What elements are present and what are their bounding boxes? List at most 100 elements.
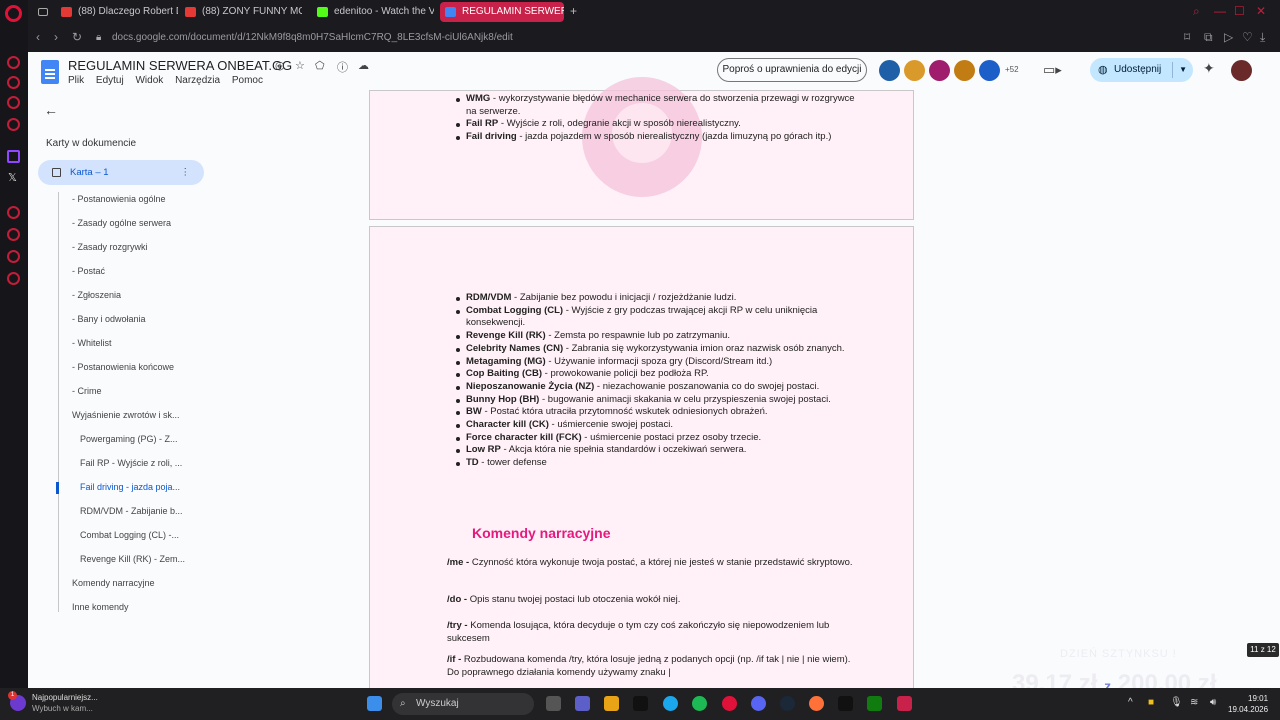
new-tab-icon[interactable]: +: [570, 4, 577, 18]
bookmark-icon[interactable]: ⌑: [1184, 30, 1190, 44]
spotify-icon[interactable]: [692, 696, 707, 711]
tab-menu-icon[interactable]: [32, 2, 54, 22]
outline-item[interactable]: - Crime: [72, 386, 102, 396]
sidebar-x-icon[interactable]: 𝕏: [8, 171, 17, 184]
start-icon[interactable]: [367, 696, 382, 711]
outline-item[interactable]: - Zasady ogólne serwera: [72, 218, 171, 228]
forward-icon[interactable]: ›: [54, 30, 58, 44]
play-icon[interactable]: ▷: [1224, 30, 1233, 44]
url-field[interactable]: 🔒︎ docs.google.com/document/d/12NkM9f8q8…: [88, 28, 1088, 48]
minimize-icon[interactable]: —: [1214, 4, 1226, 18]
outline-item[interactable]: Revenge Kill (RK) - Zem...: [80, 554, 185, 564]
outline-item[interactable]: - Zgłoszenia: [72, 290, 121, 300]
user-avatar[interactable]: [1231, 60, 1252, 81]
command-name: /try -: [447, 620, 468, 631]
more-viewers-count[interactable]: +52: [1005, 65, 1019, 74]
outline-item[interactable]: Inne komendy: [72, 602, 129, 612]
move-icon[interactable]: ⬠: [315, 59, 325, 72]
cloud-status-icon[interactable]: ☁: [358, 59, 369, 72]
sidebar-ai-icon[interactable]: [7, 56, 20, 69]
firefox-icon[interactable]: [809, 696, 824, 711]
menu-view[interactable]: Widok: [135, 75, 163, 86]
viewer-avatar[interactable]: [954, 60, 975, 81]
steam-icon[interactable]: [780, 696, 795, 711]
clock[interactable]: 19:01 19.04.2026: [1228, 693, 1268, 715]
wifi-icon[interactable]: ≋: [1190, 697, 1198, 708]
menu-file[interactable]: Plik: [68, 75, 84, 86]
viewer-avatar[interactable]: [979, 60, 1000, 81]
tab-3[interactable]: edenitoo - Watch the VOD: [312, 2, 434, 22]
share-button[interactable]: ◍ Udostępnij ▼: [1090, 58, 1193, 82]
viewer-avatar[interactable]: [929, 60, 950, 81]
heart-icon[interactable]: ♡: [1242, 30, 1253, 44]
outline-item[interactable]: - Postanowienia końcowe: [72, 362, 174, 372]
document-title[interactable]: REGULAMIN SERWERA ONBEAT.GG: [68, 58, 292, 73]
tab-4-active[interactable]: REGULAMIN SERWERA ON: [440, 2, 564, 22]
discord-icon[interactable]: [751, 696, 766, 711]
outline-item[interactable]: Fail RP - Wyjście z roli, ...: [80, 458, 182, 468]
gemini-icon[interactable]: ✦: [1203, 60, 1215, 77]
outline-item[interactable]: - Whitelist: [72, 338, 112, 348]
outline-item[interactable]: Wyjaśnienie zwrotów i sk...: [72, 410, 179, 420]
outline-item[interactable]: Fail driving - jazda poja...: [80, 482, 180, 492]
task-view-icon[interactable]: [546, 696, 561, 711]
outline-item[interactable]: Combat Logging (CL) -...: [80, 530, 179, 540]
search-tabs-icon[interactable]: ⌕: [1193, 4, 1200, 19]
meet-icon[interactable]: ▭▸: [1043, 62, 1062, 78]
close-icon[interactable]: ✕: [1256, 4, 1266, 18]
menu-edit[interactable]: Edytuj: [96, 75, 124, 86]
sidebar-player-icon[interactable]: [7, 206, 20, 219]
docs-logo-icon[interactable]: [41, 60, 59, 84]
more-options-icon[interactable]: ⋮: [181, 160, 191, 185]
sidebar-bag-icon[interactable]: [7, 76, 20, 89]
outline-item[interactable]: Powergaming (PG) - Z...: [80, 434, 178, 444]
sidebar-messenger-icon[interactable]: [7, 96, 20, 109]
tray-chevron-icon[interactable]: ^: [1128, 697, 1133, 708]
explorer-icon[interactable]: [604, 696, 619, 711]
sidebar-extension-icon[interactable]: [7, 250, 20, 263]
definition: - bugowanie animacji skakania w celu prz…: [539, 393, 831, 405]
outline-heading: Karty w dokumencie: [46, 138, 137, 149]
edge-icon[interactable]: [663, 696, 678, 711]
label-icon[interactable]: ◎: [275, 59, 285, 72]
app-icon[interactable]: [897, 696, 912, 711]
outline-item[interactable]: - Postać: [72, 266, 105, 276]
star-icon[interactable]: ☆: [295, 59, 305, 72]
tab-2[interactable]: (88) ZONY FUNNY MOME: [180, 2, 302, 22]
news-widget[interactable]: 1 Najpopularniejsz... Wybuch w kam...: [8, 691, 98, 714]
back-arrow-icon[interactable]: ←: [44, 102, 58, 118]
epic-icon[interactable]: [633, 696, 648, 711]
volume-icon[interactable]: 🔊︎: [1210, 697, 1216, 708]
outline-item[interactable]: - Bany i odwołania: [72, 314, 146, 324]
maximize-icon[interactable]: ☐: [1234, 4, 1245, 18]
mic-icon[interactable]: 🎙︎: [1170, 697, 1183, 708]
chevron-down-icon[interactable]: ▼: [1179, 58, 1187, 82]
taskbar-search[interactable]: ⌕ Wyszukaj: [392, 693, 534, 715]
xbox-icon[interactable]: [867, 696, 882, 711]
sidebar-settings-icon[interactable]: [7, 272, 20, 285]
viewer-avatar[interactable]: [904, 60, 925, 81]
viewer-avatar[interactable]: [879, 60, 900, 81]
sidebar-twitch-icon[interactable]: [7, 150, 20, 163]
tab-1[interactable]: (88) Dlaczego Robert Dow: [56, 2, 178, 22]
sidebar-mail-icon[interactable]: [7, 118, 20, 131]
opera-logo-icon[interactable]: [5, 5, 22, 22]
outline-item[interactable]: - Postanowienia ogólne: [72, 194, 166, 204]
app-icon[interactable]: [838, 696, 853, 711]
sidebar-history-icon[interactable]: [7, 228, 20, 241]
outline-item[interactable]: - Zasady rozgrywki: [72, 242, 148, 252]
tab-card-1[interactable]: Karta – 1 ⋮: [38, 160, 204, 185]
reload-icon[interactable]: ↻: [72, 30, 82, 44]
teams-icon[interactable]: [575, 696, 590, 711]
request-edit-button[interactable]: Poproś o uprawnienia do edycji: [717, 58, 867, 82]
download-icon[interactable]: ⤓: [1260, 30, 1265, 45]
outline-item[interactable]: RDM/VDM - Zabijanie b...: [80, 506, 183, 516]
tray-app-icon[interactable]: ■: [1148, 697, 1154, 708]
menu-tools[interactable]: Narzędzia: [175, 75, 220, 86]
back-icon[interactable]: ‹: [36, 30, 40, 44]
snapshot-icon[interactable]: ⧉: [1204, 30, 1213, 45]
outline-item[interactable]: Komendy narracyjne: [72, 578, 155, 588]
opera-icon[interactable]: [722, 696, 737, 711]
menu-help[interactable]: Pomoc: [232, 75, 263, 86]
info-icon[interactable]: ⓘ: [337, 59, 348, 75]
